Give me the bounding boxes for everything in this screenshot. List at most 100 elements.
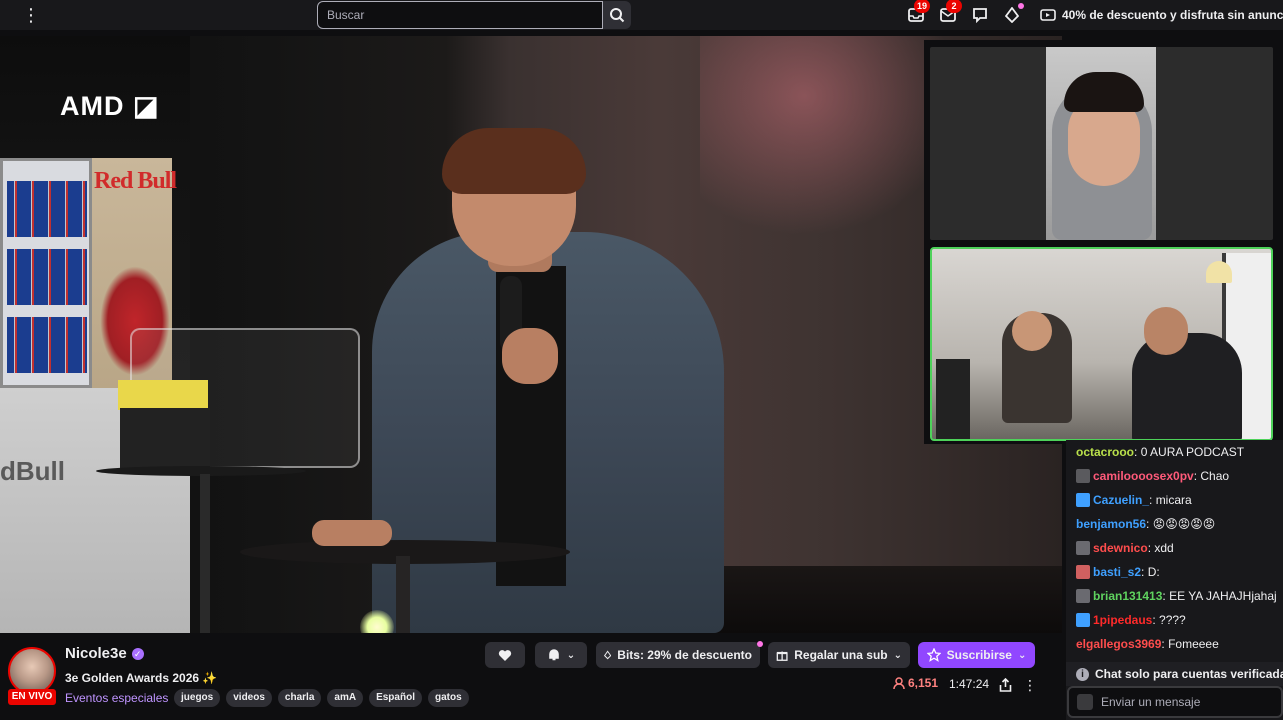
sub-badge-icon — [1076, 493, 1090, 507]
chat-username[interactable]: 1pipedaus — [1093, 613, 1152, 627]
webcam-room — [930, 247, 1273, 441]
notifications-badge: 19 — [914, 0, 931, 13]
wolf-badge-icon — [1076, 541, 1090, 555]
gift-sub-label: Regalar una sub — [794, 648, 888, 662]
chat-bubble-icon — [973, 8, 987, 23]
chat-text: micara — [1155, 493, 1192, 507]
chat-username[interactable]: Cazuelin_ — [1093, 493, 1149, 507]
fridge-shelf — [7, 317, 87, 373]
subscribe-button[interactable]: Suscribirse ⌄ — [918, 642, 1035, 668]
chat-username[interactable]: camiloooosex0pv — [1093, 469, 1194, 483]
room-person-left-head — [1012, 311, 1052, 351]
x-badge-icon — [1076, 565, 1090, 579]
chat-username[interactable]: basti_s2 — [1093, 565, 1141, 579]
viewer-count-text: 6,151 — [908, 676, 939, 690]
more-menu-icon[interactable]: ⋮ — [22, 5, 40, 25]
backdrop-glow — [700, 36, 960, 236]
chevron-down-icon: ⌄ — [566, 649, 576, 661]
notifications-bell-button[interactable]: ⌄ — [535, 642, 587, 668]
chat-message: sdewnico: xdd — [1066, 536, 1283, 560]
tag[interactable]: gatos — [427, 689, 469, 707]
chat-restriction-notice: i Chat solo para cuentas verificadas — [1066, 662, 1283, 686]
yellow-box — [118, 380, 208, 410]
chat-text: 0 AURA PODCAST — [1140, 445, 1245, 459]
chat-message: Cazuelin_: micara — [1066, 488, 1283, 512]
chat-username[interactable]: brian131413 — [1093, 589, 1162, 603]
chat-username[interactable]: sdewnico — [1093, 541, 1148, 555]
chevron-down-icon: ⌄ — [893, 649, 902, 661]
search-button[interactable] — [603, 1, 631, 29]
redbull-fridge — [0, 158, 92, 388]
follow-button[interactable] — [485, 642, 525, 668]
amd-logo: AMD ◪ — [60, 91, 160, 121]
chat-message: 1pipedaus: ???? — [1066, 608, 1283, 632]
bits-button[interactable] — [1002, 3, 1024, 25]
search-bar — [317, 1, 631, 29]
chevron-down-icon: ⌄ — [1017, 649, 1027, 661]
bits-dot — [1018, 3, 1024, 9]
room-monitor — [936, 359, 970, 439]
subscribe-label: Suscribirse — [946, 648, 1012, 662]
chat-input[interactable] — [1101, 695, 1281, 709]
whispers-badge: 2 — [946, 0, 962, 13]
avatar[interactable] — [8, 647, 56, 695]
share-icon[interactable] — [997, 677, 1013, 693]
chat-message: camiloooosex0pv: Chao — [1066, 464, 1283, 488]
redbull-text: Red Bull — [94, 168, 177, 194]
chat-username[interactable]: elgallegos3969 — [1076, 637, 1161, 651]
chat-text: Fomeeee — [1168, 637, 1219, 651]
chat-text: ???? — [1159, 613, 1186, 627]
wolf-badge-icon — [1076, 589, 1090, 603]
chat-message: elgallegos3969: Fomeeee — [1076, 637, 1219, 651]
bits-discount-label: Bits: 29% de descuento — [617, 648, 752, 662]
host-hair — [442, 128, 586, 194]
bits-discount-button[interactable]: Bits: 29% de descuento — [596, 642, 760, 668]
chat-text: EE YA JAHAJHjahaj — [1169, 589, 1277, 603]
mute-badge-icon — [1076, 469, 1090, 483]
tag[interactable]: Español — [369, 689, 422, 707]
more-options-icon[interactable]: ⋮ — [1022, 677, 1038, 693]
chat-message: octacrooo: 0 AURA PODCAST — [1076, 445, 1245, 459]
chat-text: xdd — [1154, 541, 1174, 555]
category-link[interactable]: Eventos especiales — [65, 691, 168, 705]
channel-name[interactable]: Nicole3e ✓ — [65, 645, 144, 662]
room-person-right — [1132, 333, 1242, 439]
emote-picker-icon[interactable] — [1077, 694, 1093, 710]
verified-icon: ✓ — [131, 647, 144, 660]
search-input[interactable] — [317, 1, 603, 29]
stream-uptime: 1:47:24 — [949, 677, 990, 691]
gift-icon — [776, 651, 788, 661]
turbo-promo[interactable]: 40% de descuento y disfruta sin anuncios — [1040, 5, 1283, 25]
tag[interactable]: videos — [226, 689, 272, 707]
chat-username[interactable]: octacrooo — [1076, 445, 1134, 459]
chat-input-box — [1067, 686, 1283, 718]
live-badge: EN VIVO — [8, 689, 56, 705]
bits-icon — [604, 650, 612, 660]
tag[interactable]: amA — [327, 689, 364, 707]
gift-sub-button[interactable]: Regalar una sub ⌄ — [768, 642, 910, 668]
tag[interactable]: juegos — [174, 689, 221, 707]
video-player[interactable]: Red Bull dBull AMD ◪ — [0, 36, 1062, 633]
chat-message: brian131413: EE YA JAHAJHjahaj — [1066, 584, 1283, 608]
chat-notice-text: Chat solo para cuentas verificadas — [1095, 667, 1283, 681]
turbo-icon — [1040, 9, 1056, 21]
redbull-wall-text: dBull — [0, 456, 65, 486]
tag-list: juegos videos charla amA Español gatos — [174, 689, 469, 707]
fridge-shelf — [7, 249, 87, 305]
notifications-button[interactable]: 19 — [906, 0, 931, 25]
search-icon — [610, 8, 625, 23]
chat-message: basti_s2: D: — [1066, 560, 1283, 584]
chat-bubble-button[interactable] — [970, 5, 990, 25]
chat-text: 😡😡😡😡😡 — [1152, 517, 1216, 531]
channel-name-text[interactable]: Nicole3e — [65, 645, 127, 662]
top-nav-bar: ⋮ 19 2 40% de descuento y disfruta sin a… — [0, 0, 1283, 30]
room-lamp — [1206, 261, 1232, 283]
info-icon: i — [1076, 667, 1089, 681]
tag[interactable]: charla — [277, 689, 322, 707]
room-person-right-head — [1144, 307, 1188, 355]
whispers-button[interactable]: 2 — [938, 0, 962, 25]
viewer-count: 6,151 — [893, 676, 938, 690]
heart-icon — [498, 649, 512, 661]
chat-username[interactable]: benjamon56 — [1076, 517, 1146, 531]
side-table-leg — [200, 474, 210, 633]
